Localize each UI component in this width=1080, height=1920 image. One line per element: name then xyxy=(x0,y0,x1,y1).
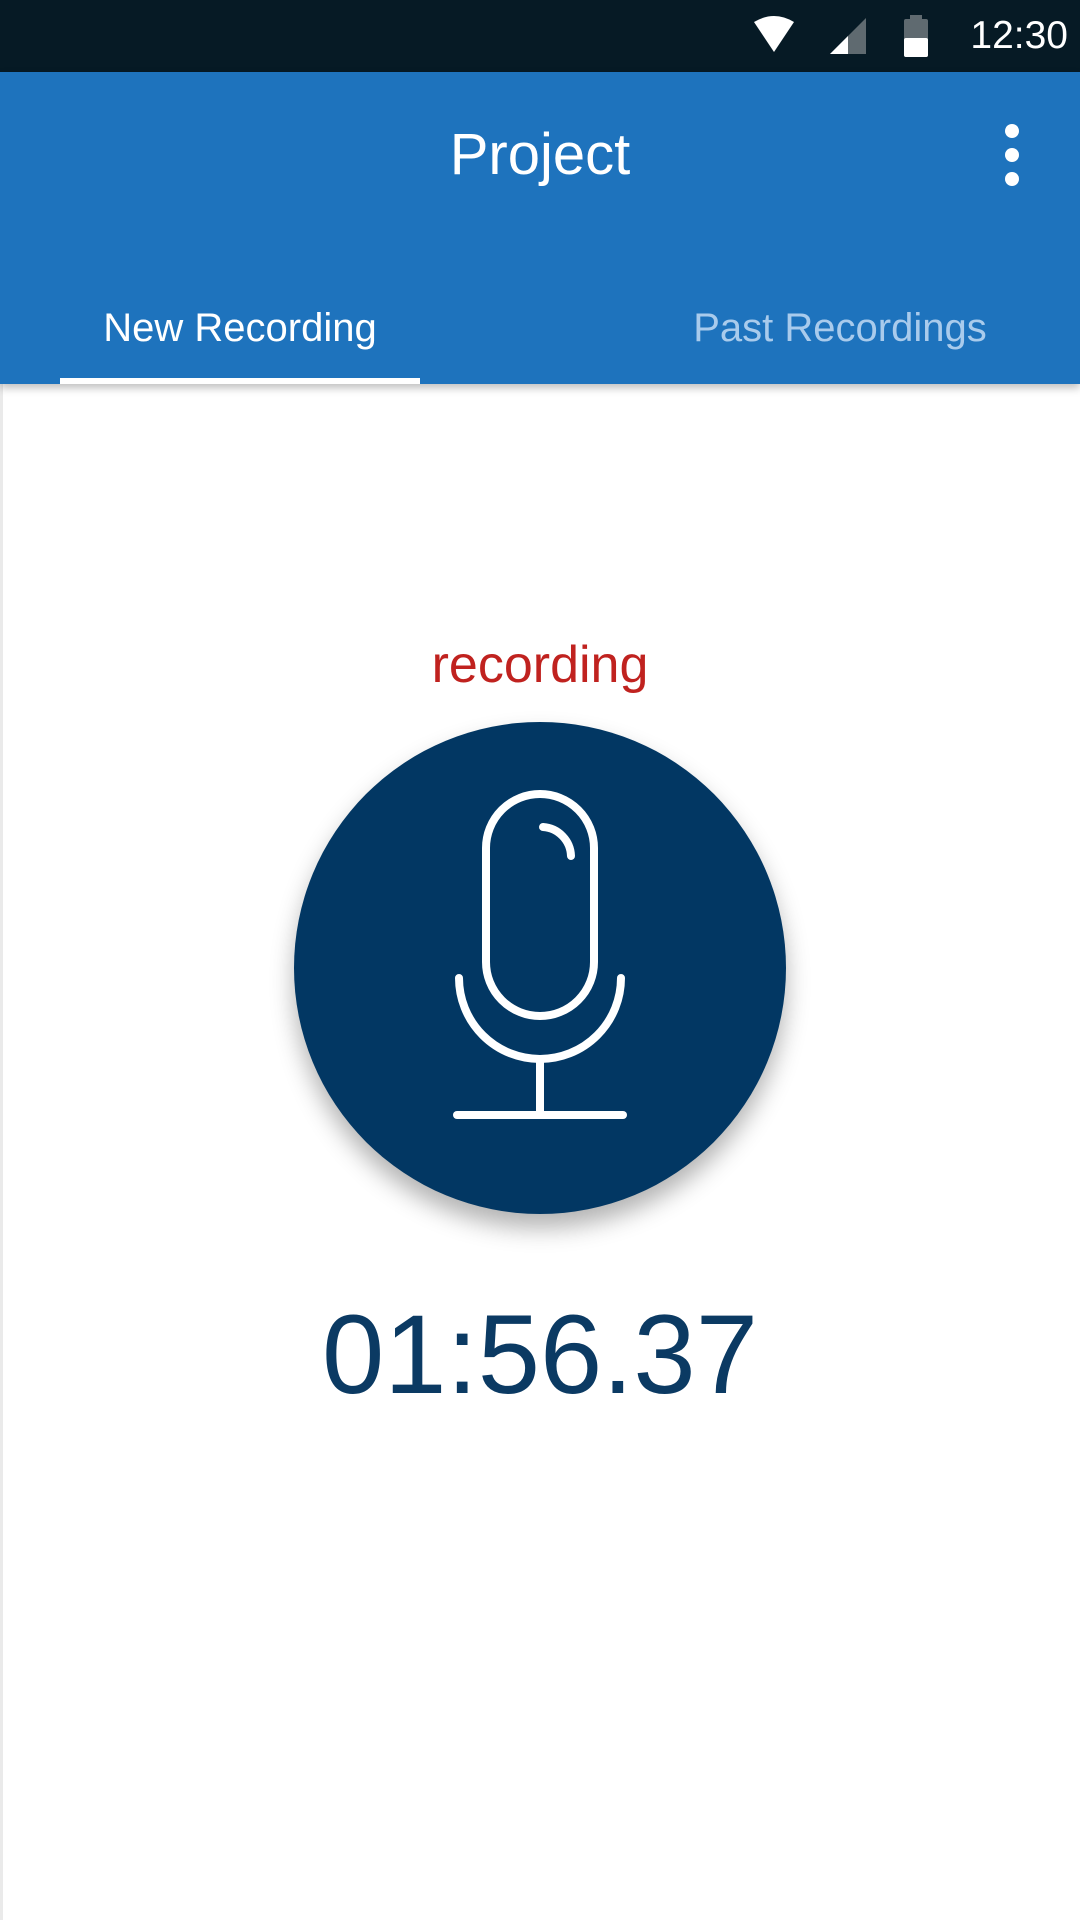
recording-status-label: recording xyxy=(431,636,649,694)
overflow-menu-icon[interactable] xyxy=(982,122,1042,188)
tab-new-recording-label: New Recording xyxy=(103,306,377,350)
status-bar: 12:30 xyxy=(0,0,1080,72)
screen: 12:30 Project New Recording Past Recordi… xyxy=(0,0,1080,1920)
battery-icon xyxy=(904,15,928,57)
wifi-icon xyxy=(754,16,794,52)
tab-past-recordings[interactable]: Past Recordings xyxy=(660,272,1020,384)
overflow-dot xyxy=(1005,148,1019,162)
overflow-dot xyxy=(1005,172,1019,186)
tab-new-recording[interactable]: New Recording xyxy=(60,272,420,384)
status-bar-clock: 12:30 xyxy=(970,14,1068,57)
app-title: Project xyxy=(449,122,631,187)
overflow-dot xyxy=(1005,124,1019,138)
tab-past-recordings-label: Past Recordings xyxy=(693,306,987,350)
microphone-icon xyxy=(453,790,627,1119)
record-button[interactable] xyxy=(294,722,786,1214)
elapsed-timer: 01:56.37 xyxy=(322,1292,758,1417)
cellular-signal-icon xyxy=(830,18,866,54)
tab-selected-indicator xyxy=(60,378,420,384)
app-bar: Project New Recording Past Recordings xyxy=(0,72,1080,384)
